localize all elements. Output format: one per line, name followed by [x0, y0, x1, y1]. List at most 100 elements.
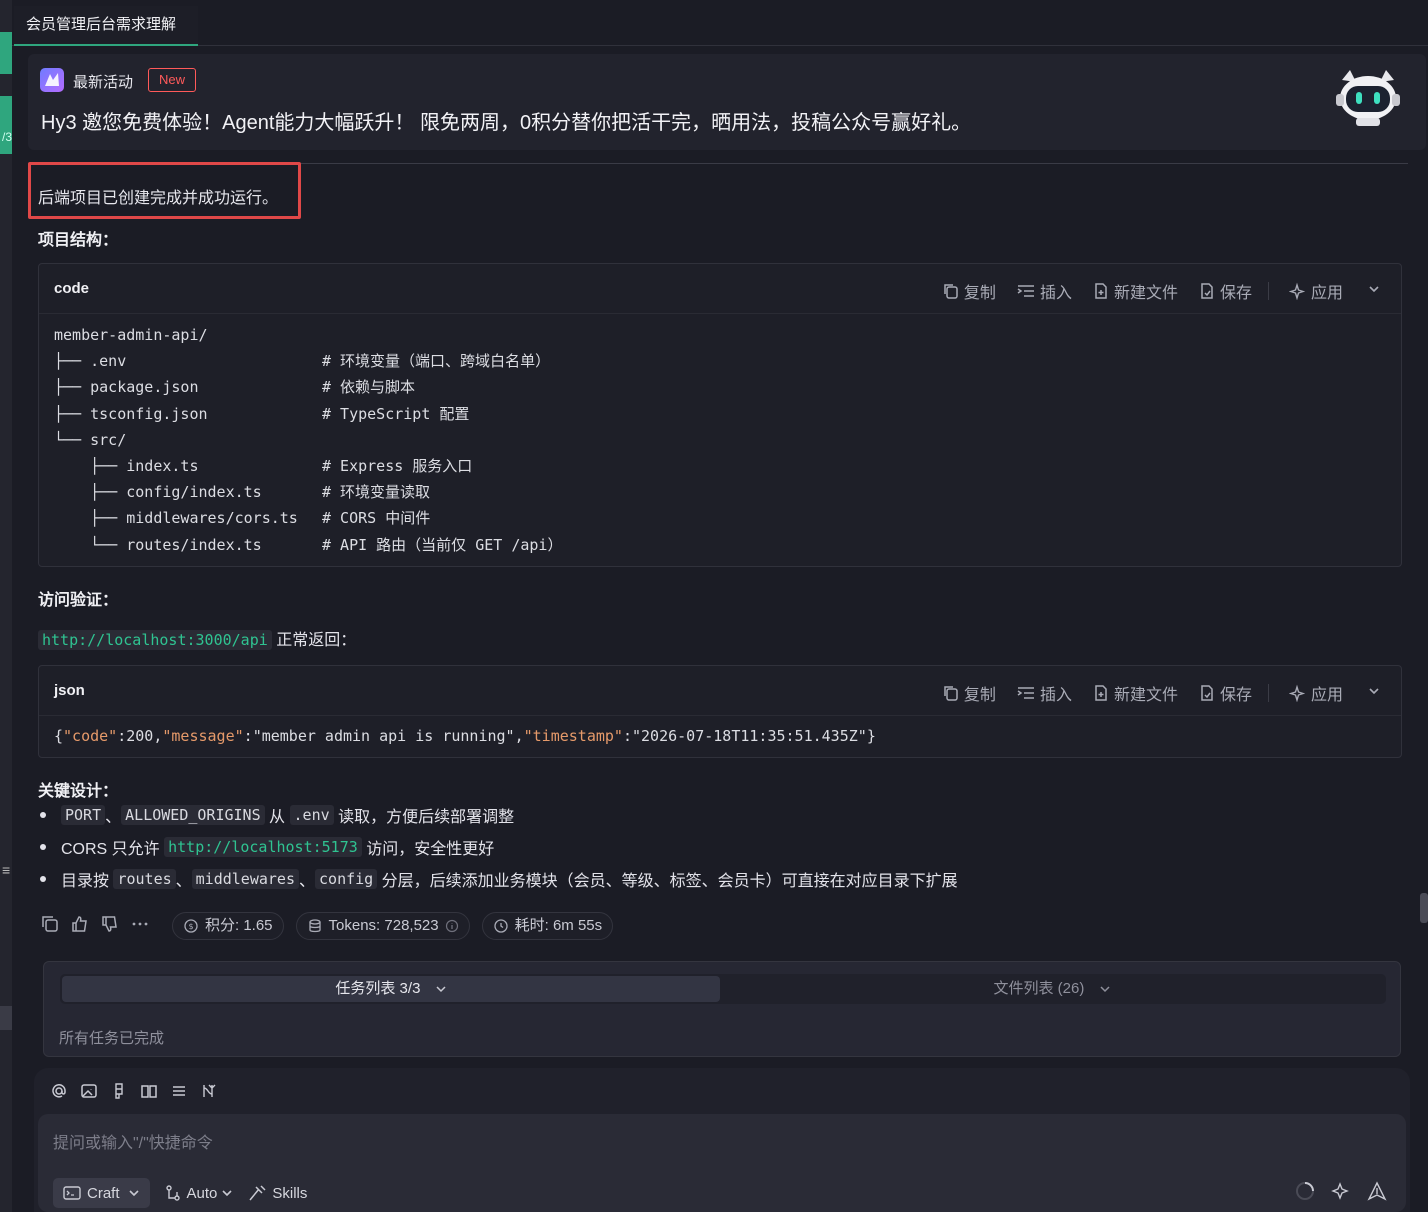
api-url-link[interactable]: http://localhost:3000/api	[38, 630, 272, 650]
send-icon[interactable]	[1366, 1180, 1388, 1202]
code-line-path: ├── tsconfig.json	[54, 404, 208, 423]
code-line-path: ├── index.ts	[54, 456, 199, 475]
design-heading: 关键设计：	[38, 783, 119, 800]
inline-code: config	[315, 869, 378, 889]
structure-heading: 项目结构：	[38, 232, 119, 249]
save-icon	[1201, 283, 1213, 299]
new-badge: New	[148, 68, 197, 92]
task-tabs: 任务列表 3/3 文件列表 (26)	[60, 974, 1386, 1004]
code-block-tree: code 复制 插入 新建文件 保存 应用 member-admin-api/ …	[38, 263, 1402, 567]
tab-task-list[interactable]: 任务列表 3/3	[62, 976, 720, 1002]
gutter-label: /3	[2, 130, 13, 144]
code-line-comment: # TypeScript 配置	[322, 404, 470, 423]
loading-spinner-icon	[1294, 1180, 1316, 1202]
code-line-comment: # 环境变量读取	[322, 483, 431, 502]
copy-icon	[944, 686, 958, 701]
new-file-button[interactable]: 新建文件	[1092, 279, 1178, 303]
verify-line: http://localhost:3000/api 正常返回：	[38, 626, 356, 650]
code-line: ├── package.json # 依赖与脚本	[54, 374, 1386, 400]
code-line-path: ├── middlewares/cors.ts	[54, 509, 298, 528]
model-select-button[interactable]: Auto	[164, 1184, 234, 1202]
sparkle-icon	[1288, 282, 1306, 300]
gutter-marker	[0, 1006, 12, 1030]
composer-toolbar	[50, 1082, 230, 1100]
sparkle-icon	[1288, 684, 1306, 702]
code-line: ├── .env # 环境变量（端口、跨域白名单）	[54, 348, 1386, 374]
json-body: {"code":200,"message":"member admin api …	[54, 727, 876, 745]
code-actions: 复制 插入 新建文件 保存 应用	[922, 681, 1381, 705]
promo-banner[interactable]: 最新活动 New Hy3 邀您免费体验！Agent能力大幅跃升！ 限免两周，0积…	[28, 54, 1426, 150]
code-block-header: json 复制 插入 新建文件 保存 应用	[39, 666, 1401, 716]
copy-icon[interactable]	[40, 914, 60, 939]
code-language-label: json	[54, 682, 85, 699]
list-icon[interactable]	[170, 1082, 188, 1100]
terminal-icon	[63, 1186, 81, 1200]
apply-button[interactable]: 应用	[1288, 279, 1343, 303]
copy-button[interactable]: 复制	[942, 279, 996, 303]
code-line-path: ├── .env	[54, 352, 127, 371]
code-line-path: ├── package.json	[54, 378, 199, 397]
verify-suffix: 正常返回：	[271, 632, 357, 649]
new-file-button[interactable]: 新建文件	[1092, 681, 1178, 705]
inline-code: routes	[113, 869, 176, 889]
more-icon[interactable]	[130, 914, 150, 939]
inline-code: middlewares	[191, 869, 299, 889]
banner-text[interactable]: Hy3 邀您免费体验！Agent能力大幅跃升！ 限免两周，0积分替你把活干完，晒…	[41, 106, 971, 135]
tokens-badge: Tokens: 728,523	[295, 912, 470, 940]
mode-select-button[interactable]: Craft	[53, 1178, 150, 1208]
task-panel: 任务列表 3/3 文件列表 (26) 所有任务已完成	[43, 961, 1401, 1057]
enhance-prompt-icon[interactable]	[1330, 1180, 1352, 1202]
figma-icon[interactable]	[110, 1082, 128, 1100]
save-button[interactable]: 保存	[1198, 279, 1252, 303]
code-line: member-admin-api/	[54, 322, 1386, 348]
apply-button[interactable]: 应用	[1288, 681, 1343, 705]
insert-button[interactable]: 插入	[1016, 681, 1072, 705]
completion-message: 后端项目已创建完成并成功运行。	[38, 190, 279, 207]
book-icon[interactable]	[140, 1082, 158, 1100]
code-tree-body: member-admin-api/ ├── .env # 环境变量（端口、跨域白名单…	[39, 314, 1401, 558]
insert-icon	[1017, 687, 1034, 699]
action-separator	[1267, 684, 1269, 702]
copy-button[interactable]: 复制	[942, 681, 996, 705]
mention-icon[interactable]	[50, 1082, 68, 1100]
task-status: 所有任务已完成	[59, 1030, 165, 1047]
insert-button[interactable]: 插入	[1016, 279, 1072, 303]
tab-conversation[interactable]: 会员管理后台需求理解	[14, 6, 199, 46]
info-icon	[445, 919, 458, 933]
gutter-marker-active: /3	[0, 96, 12, 154]
database-icon	[308, 919, 321, 933]
thumbs-down-icon[interactable]	[100, 914, 120, 939]
svg-text:$: $	[188, 922, 193, 931]
code-language-label: code	[54, 280, 90, 297]
menu-icon[interactable]: ≡	[2, 862, 10, 878]
inline-code: ALLOWED_ORIGINS	[121, 805, 265, 825]
code-line-path: member-admin-api/	[54, 326, 208, 344]
code-line: ├── config/index.ts # 环境变量读取	[54, 479, 1386, 505]
expand-chevron-icon[interactable]	[1367, 282, 1381, 301]
bullet-dot	[40, 812, 46, 818]
new-file-icon	[1095, 283, 1107, 299]
thumbs-up-icon[interactable]	[70, 914, 90, 939]
action-separator	[1267, 282, 1269, 300]
gutter-marker	[0, 32, 12, 74]
code-line: ├── index.ts # Express 服务入口	[54, 453, 1386, 479]
save-button[interactable]: 保存	[1198, 681, 1252, 705]
image-icon[interactable]	[80, 1082, 98, 1100]
code-block-header: code 复制 插入 新建文件 保存 应用	[39, 264, 1401, 314]
save-icon	[1201, 685, 1213, 701]
coin-icon: $	[184, 919, 198, 933]
code-line: ├── middlewares/cors.ts # CORS 中间件	[54, 505, 1386, 531]
expand-chevron-icon[interactable]	[1367, 684, 1381, 703]
code-line-comment: # API 路由（当前仅 GET /api）	[322, 535, 563, 554]
rules-icon[interactable]	[200, 1082, 218, 1100]
cors-url-link[interactable]: http://localhost:5173	[164, 837, 362, 857]
code-block-json: json 复制 插入 新建文件 保存 应用 {"code":200,"messa…	[38, 665, 1402, 758]
duration-badge: 耗时: 6m 55s	[481, 912, 614, 940]
insert-icon	[1017, 285, 1034, 297]
app-logo-icon	[40, 68, 64, 92]
chevron-down-icon	[222, 1190, 232, 1197]
prompt-input[interactable]: 提问或输入"/"快捷命令 Craft Auto Skills	[38, 1114, 1406, 1212]
scrollbar-thumb[interactable]	[1420, 893, 1428, 923]
tab-file-list[interactable]: 文件列表 (26)	[720, 976, 1384, 1002]
skills-button[interactable]: Skills	[247, 1184, 307, 1202]
